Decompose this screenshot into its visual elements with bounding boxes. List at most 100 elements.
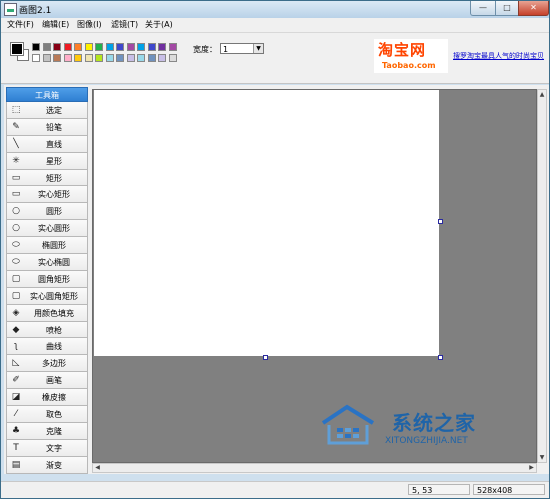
tool-label: 选定 (46, 106, 62, 115)
ad-link[interactable]: 搜罗淘宝最具人气的时尚宝贝 (453, 51, 549, 61)
tool-label: 曲线 (46, 342, 62, 352)
title-bar[interactable]: 画图2.1 — □ ✕ (1, 1, 549, 18)
resize-handle-corner[interactable] (438, 355, 443, 360)
palette-color-swatch[interactable] (42, 43, 51, 51)
tool-ellipse[interactable]: ⬭ 椭圆形 (6, 237, 88, 255)
tool-label: 直线 (46, 139, 62, 149)
maximize-button[interactable]: □ (495, 1, 519, 16)
tool-circle[interactable]: ○ 圆形 (6, 203, 88, 221)
tool-brush[interactable]: ✐ 画笔 (6, 372, 88, 390)
tool-label: 铅笔 (46, 122, 62, 132)
close-button[interactable]: ✕ (518, 1, 549, 16)
tool-label: 渐变 (46, 460, 62, 470)
chevron-down-icon[interactable]: ▼ (253, 44, 263, 53)
tool-label: 椭圆形 (42, 241, 66, 251)
tool-label: 橡皮擦 (42, 393, 66, 403)
tool-label: 实心矩形 (38, 190, 70, 200)
menu-filter[interactable]: 滤镜(T) (111, 19, 138, 30)
tool-label: 文字 (46, 443, 62, 453)
tool-rounded-rectangle[interactable]: ▢ 圆角矩形 (6, 270, 88, 288)
width-select[interactable]: 1 ▼ (220, 43, 264, 54)
tool-label: 矩形 (46, 173, 62, 183)
tool-rectangle[interactable]: ▭ 矩形 (6, 169, 88, 187)
palette-color-swatch[interactable] (74, 43, 82, 51)
tool-label: 圆角矩形 (38, 274, 70, 284)
vertical-scrollbar[interactable]: ▲ ▼ (537, 89, 547, 463)
app-window: 画图2.1 — □ ✕ 文件(F) 编辑(E) 图像(I) 滤镜(T) 关于(A… (0, 0, 550, 499)
palette-color-swatch[interactable] (42, 54, 51, 62)
palette-color-swatch[interactable] (137, 54, 145, 62)
drawing-canvas[interactable] (94, 90, 439, 356)
palette-color-swatch[interactable] (95, 43, 103, 51)
window-title: 画图2.1 (19, 6, 52, 16)
resize-handle-right[interactable] (438, 219, 443, 224)
horizontal-scrollbar[interactable]: ◀ ▶ (92, 463, 537, 473)
tool-airbrush[interactable]: ◆ 喷枪 (6, 321, 88, 339)
palette-color-swatch[interactable] (84, 43, 93, 51)
palette-color-swatch[interactable] (53, 43, 61, 51)
tool-polygon[interactable]: ◺ 多边形 (6, 355, 88, 373)
tool-color-picker[interactable]: ⁄ 取色 (6, 406, 88, 423)
watermark: 系统之家 XITONGZHIJIA.NET (319, 401, 519, 461)
scroll-left-icon[interactable]: ◀ (93, 464, 102, 472)
tool-pencil[interactable]: ✎ 铅笔 (6, 118, 88, 136)
tool-line[interactable]: ╲ 直线 (6, 135, 88, 153)
palette-color-swatch[interactable] (105, 43, 114, 51)
foreground-color-swatch[interactable] (10, 42, 24, 56)
tool-filled-circle[interactable]: ○ 实心圆形 (6, 220, 88, 238)
palette-color-swatch[interactable] (158, 43, 166, 51)
resize-handle-bottom[interactable] (263, 355, 268, 360)
toolbox: 工具箱 ⬚ 选定 ✎ 铅笔 ╲ 直线 ✳ 星形 ▭ 矩形 ▭ 实心矩形 ○ 圆形 ○ 实心圆形 ⬭ 椭圆形 ⬭ 实心椭… (6, 87, 88, 474)
palette-color-swatch[interactable] (116, 54, 124, 62)
tool-eraser[interactable]: ◪ 橡皮擦 (6, 389, 88, 407)
menu-edit[interactable]: 编辑(E) (42, 19, 69, 30)
palette-color-swatch[interactable] (74, 54, 82, 62)
palette-color-swatch[interactable] (63, 54, 72, 62)
palette-color-swatch[interactable] (168, 43, 177, 51)
palette-color-swatch[interactable] (158, 54, 166, 62)
palette-color-swatch[interactable] (53, 54, 61, 62)
tool-curve[interactable]: ʅ 曲线 (6, 338, 88, 356)
watermark-title: 系统之家 (392, 411, 476, 435)
palette-color-swatch[interactable] (116, 43, 124, 51)
tool-filled-ellipse[interactable]: ⬭ 实心椭圆 (6, 254, 88, 271)
palette-color-swatch[interactable] (168, 54, 177, 62)
menu-image[interactable]: 图像(I) (77, 19, 102, 30)
tool-filled-rectangle[interactable]: ▭ 实心矩形 (6, 186, 88, 204)
palette-color-swatch[interactable] (32, 54, 40, 62)
palette-color-swatch[interactable] (84, 54, 93, 62)
toolbox-header: 工具箱 (6, 87, 88, 102)
tool-gradient[interactable]: ▤ 渐变 (6, 456, 88, 474)
app-icon (4, 3, 17, 16)
scroll-down-icon[interactable]: ▼ (538, 453, 546, 462)
tool-select[interactable]: ⬚ 选定 (6, 102, 88, 119)
tool-filled-rounded-rectangle[interactable]: ▢ 实心圆角矩形 (6, 287, 88, 305)
palette-color-swatch[interactable] (63, 43, 72, 51)
watermark-subtitle: XITONGZHIJIA.NET (385, 436, 468, 446)
scroll-up-icon[interactable]: ▲ (538, 90, 546, 99)
palette-color-swatch[interactable] (147, 54, 156, 62)
status-bar: 5, 53 528x408 (1, 481, 549, 498)
tool-label: 实心圆角矩形 (30, 291, 78, 301)
tool-text[interactable]: T 文字 (6, 439, 88, 457)
menu-about[interactable]: 关于(A) (145, 19, 173, 30)
taobao-logo[interactable]: 淘宝网 Taobao.com (374, 39, 448, 73)
tool-label: 星形 (46, 156, 62, 166)
current-colors[interactable] (10, 42, 29, 61)
palette-color-swatch[interactable] (105, 54, 114, 62)
palette-color-swatch[interactable] (126, 43, 135, 51)
toolbar: 宽度： 1 ▼ 淘宝网 Taobao.com 搜罗淘宝最具人气的时尚宝贝 (1, 33, 549, 84)
tool-star[interactable]: ✳ 星形 (6, 152, 88, 170)
minimize-button[interactable]: — (470, 1, 496, 16)
palette-color-swatch[interactable] (95, 54, 103, 62)
palette-color-swatch[interactable] (32, 43, 40, 51)
palette-color-swatch[interactable] (147, 43, 156, 51)
tool-paint-bucket[interactable]: ◈ 用颜色填充 (6, 304, 88, 322)
scroll-right-icon[interactable]: ▶ (527, 464, 536, 472)
tool-clone[interactable]: ♣ 克隆 (6, 422, 88, 440)
house-logo-icon (321, 404, 375, 445)
palette-color-swatch[interactable] (137, 43, 145, 51)
menu-file[interactable]: 文件(F) (7, 19, 34, 30)
palette-color-swatch[interactable] (126, 54, 135, 62)
tool-label: 多边形 (42, 359, 66, 369)
